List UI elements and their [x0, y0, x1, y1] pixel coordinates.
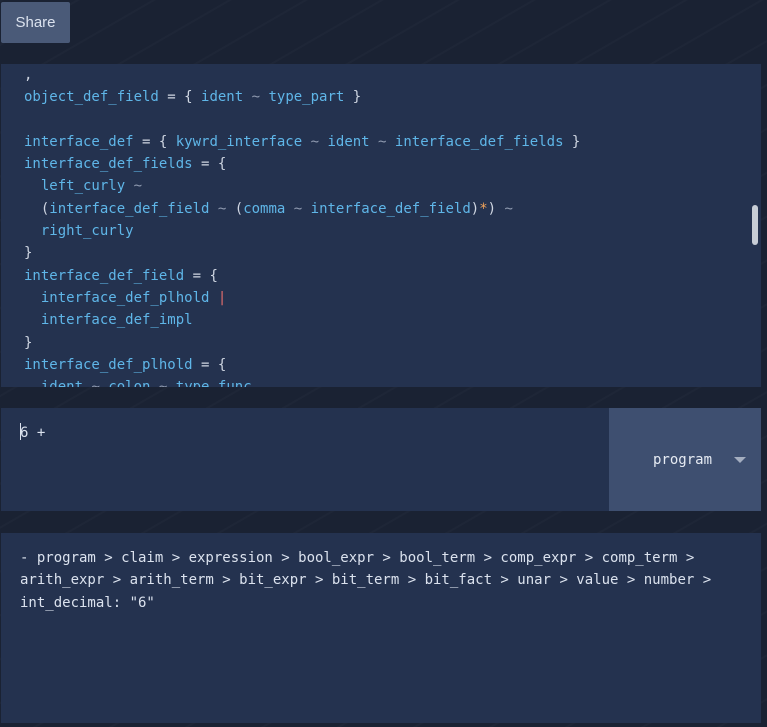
editor-scrollbar-thumb[interactable]: [752, 205, 758, 245]
code-token: interface_def_plhold: [24, 356, 193, 373]
code-line: }: [24, 242, 580, 264]
code-line: interface_def_plhold |: [24, 287, 580, 309]
code-token: interface_def_field: [310, 200, 471, 217]
code-token: kywrd_interface: [175, 133, 303, 150]
output-panel: - program > claim > expression > bool_ex…: [1, 533, 761, 723]
code-token: ~: [83, 379, 108, 387]
code-token: ~: [125, 178, 143, 195]
code-line: right_curly: [24, 220, 580, 242]
code-token: colon: [108, 379, 150, 387]
code-token: ident: [201, 89, 244, 106]
code-token: ident: [327, 133, 370, 150]
code-token: interface_def_field: [49, 200, 210, 217]
code-token: = {: [192, 156, 227, 173]
input-editor[interactable]: 6 +: [20, 423, 45, 441]
code-token: = {: [192, 356, 227, 373]
code-line: }: [24, 332, 580, 354]
code-line: interface_def_field = {: [24, 265, 580, 287]
code-line: left_curly ~: [24, 175, 580, 197]
parse-output: - program > claim > expression > bool_ex…: [20, 550, 712, 611]
code-token: ~: [285, 200, 311, 217]
code-token: ,: [24, 67, 33, 83]
code-line: (interface_def_field ~ (comma ~ interfac…: [24, 198, 580, 220]
code-token: }: [24, 245, 33, 262]
code-token: }: [24, 334, 33, 351]
input-panel: 6 + program: [1, 408, 761, 511]
code-token: ~: [150, 379, 175, 387]
code-token: = {: [133, 133, 176, 150]
code-line: object_def_field = { ident ~ type_part }: [24, 86, 580, 108]
code-token: = {: [158, 89, 202, 106]
code-line: interface_def = { kywrd_interface ~ iden…: [24, 131, 580, 153]
code-token: interface_def_impl: [40, 312, 193, 329]
editor-scrollbar[interactable]: [747, 64, 761, 387]
code-token: }: [344, 89, 362, 106]
code-token: = {: [184, 267, 218, 284]
code-token: left_curly: [40, 178, 126, 195]
code-token: ~: [209, 200, 235, 217]
code-line: ,: [24, 64, 580, 86]
rule-select[interactable]: program: [609, 408, 761, 511]
code-token: type_func: [176, 379, 252, 387]
code-token: ~: [369, 133, 395, 150]
code-line: interface_def_fields = {: [24, 153, 580, 175]
code-token: interface_def_fields: [24, 156, 193, 173]
chevron-down-icon: [734, 457, 746, 463]
code-token: ): [487, 200, 497, 217]
code-token: ): [470, 200, 480, 217]
code-token: (: [24, 200, 50, 217]
code-token: }: [563, 133, 581, 150]
code-token: interface_def: [24, 133, 134, 150]
code-token: interface_def_field: [24, 267, 185, 284]
code-token: type_part: [268, 89, 345, 106]
code-token: right_curly: [40, 223, 134, 240]
code-token: *: [479, 200, 488, 217]
rule-select-value: program: [653, 452, 713, 468]
code-line: ident ~ colon ~ type_func: [24, 376, 580, 387]
share-button[interactable]: Share: [1, 2, 70, 43]
code-token: ~: [302, 133, 328, 150]
grammar-code[interactable]: , object_def_field = { ident ~ type_part …: [24, 64, 580, 387]
code-line: interface_def_plhold = {: [24, 354, 580, 376]
code-token: ident: [41, 379, 83, 387]
code-token: ~: [243, 89, 269, 106]
code-token: ~: [496, 200, 513, 217]
code-token: (: [234, 200, 244, 217]
code-token: |: [209, 289, 227, 306]
code-token: interface_def_plhold: [40, 289, 210, 306]
input-value: 6 +: [20, 425, 46, 441]
code-token: object_def_field: [24, 89, 159, 106]
code-line: interface_def_impl: [24, 309, 580, 331]
grammar-editor[interactable]: , object_def_field = { ident ~ type_part …: [1, 64, 761, 387]
code-token: comma: [243, 200, 286, 217]
code-token: interface_def_fields: [394, 133, 564, 150]
